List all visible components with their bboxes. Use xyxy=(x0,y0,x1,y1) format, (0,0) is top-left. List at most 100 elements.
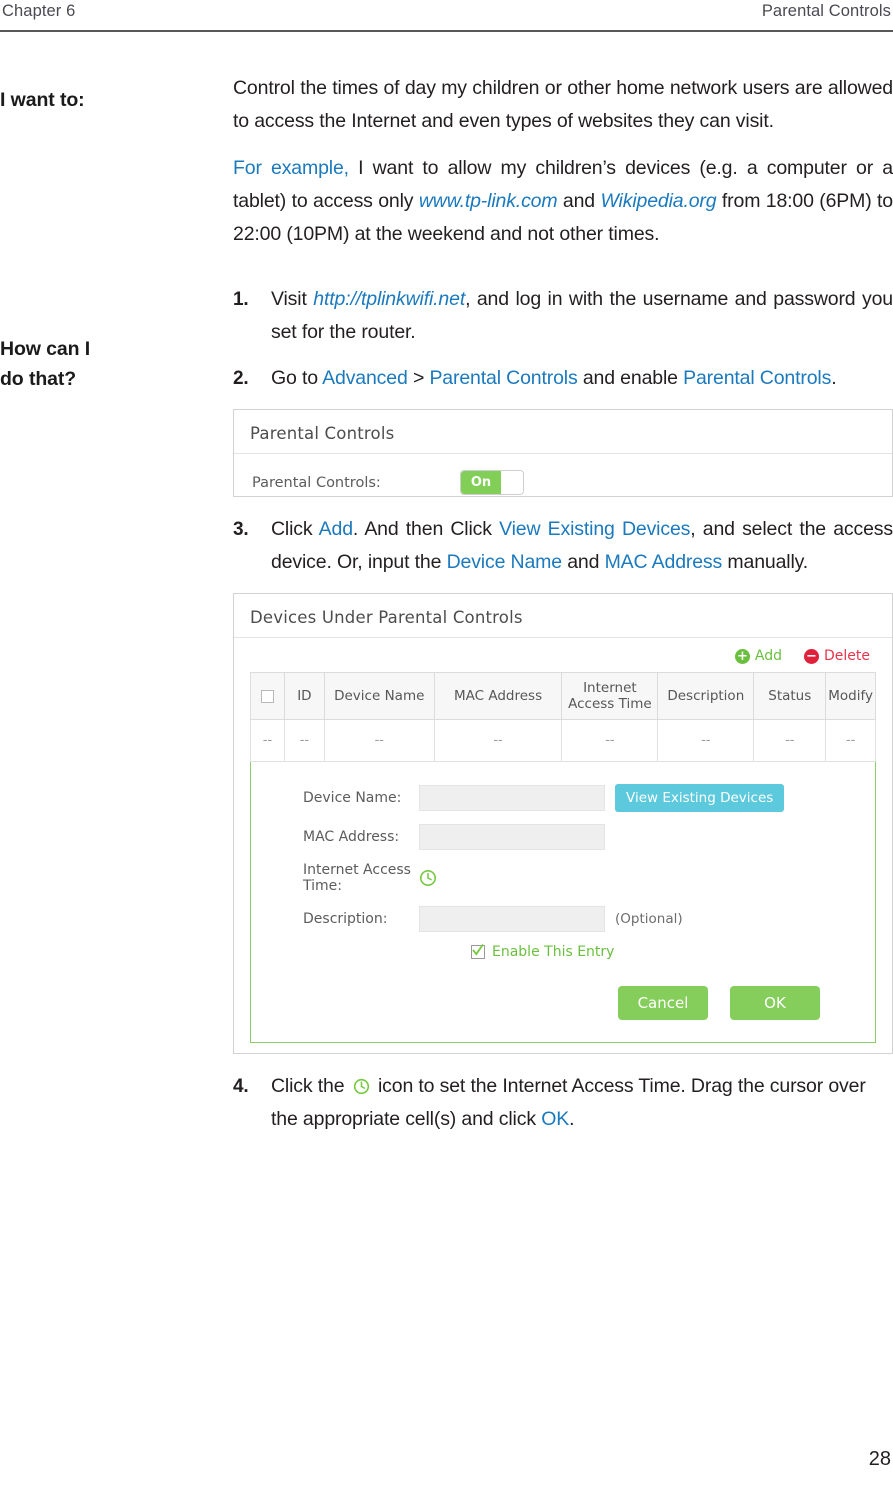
devices-table: ID Device Name MAC Address Internet Acce… xyxy=(250,672,876,762)
devices-under-parental-controls-screenshot: Devices Under Parental Controls + Add − … xyxy=(233,593,893,1054)
toggle-on-label: On xyxy=(461,471,501,494)
page-header: Chapter 6 Parental Controls xyxy=(0,0,893,30)
step3-mid-1: . And then Click xyxy=(352,518,500,540)
page-number: 28 xyxy=(868,1448,891,1470)
enable-this-entry-row[interactable]: Enable This Entry xyxy=(251,943,875,960)
add-button-label: Add xyxy=(754,648,782,664)
step4-pre: Click the xyxy=(271,1075,350,1097)
devices-panel-title: Devices Under Parental Controls xyxy=(234,594,892,638)
link-parental-controls-toggle[interactable]: Parental Controls xyxy=(683,367,831,389)
side-label-i-want-to: I want to: xyxy=(0,89,85,111)
parental-controls-toggle[interactable]: On xyxy=(460,470,524,495)
column-device-name: Device Name xyxy=(323,672,435,720)
form-row-device-name: Device Name: View Existing Devices xyxy=(251,784,875,812)
column-internet-access-time: Internet Access Time xyxy=(561,672,659,720)
form-row-mac-address: MAC Address: xyxy=(251,824,875,850)
enable-this-entry-label: Enable This Entry xyxy=(492,944,615,960)
step2-pre: Go to xyxy=(271,367,323,389)
steps-list: Visit http://tplinkwifi.net, and log in … xyxy=(233,283,893,1136)
link-advanced[interactable]: Advanced xyxy=(322,367,408,389)
cell-id: -- xyxy=(283,719,325,762)
step2-gt: > xyxy=(407,367,430,389)
side-label-how-line1: How can I xyxy=(0,338,91,360)
intro-paragraph: Control the times of day my children or … xyxy=(233,77,893,132)
cell-modify: -- xyxy=(825,719,876,762)
delete-button[interactable]: − Delete xyxy=(804,648,870,664)
cell-mac-address: -- xyxy=(433,719,563,762)
step3-pre: Click xyxy=(271,518,319,540)
header-divider xyxy=(0,30,893,32)
cell-internet-access-time: -- xyxy=(561,719,659,762)
select-all-checkbox[interactable] xyxy=(260,689,274,703)
step-4: Click the icon to set the Internet Acces… xyxy=(233,1070,893,1136)
cell-device-name: -- xyxy=(323,719,435,762)
parental-controls-screenshot: Parental Controls Parental Controls: On xyxy=(233,409,893,497)
side-label-how-can-i-do-that: How can I do that? xyxy=(0,334,222,394)
column-modify: Modify xyxy=(825,672,876,720)
column-status: Status xyxy=(753,672,827,720)
description-label: Description: xyxy=(303,911,388,927)
ok-button[interactable]: OK xyxy=(730,986,820,1020)
link-ok[interactable]: OK xyxy=(541,1108,569,1130)
step-1: Visit http://tplinkwifi.net, and log in … xyxy=(233,283,893,349)
step3-post: manually. xyxy=(722,551,809,573)
column-description: Description xyxy=(657,672,755,720)
example-paragraph: For example, I want to allow my children… xyxy=(233,152,893,251)
link-wikipedia-org[interactable]: Wikipedia.org xyxy=(600,190,716,212)
delete-button-label: Delete xyxy=(824,648,870,664)
link-device-name[interactable]: Device Name xyxy=(447,551,563,573)
devices-toolbar: + Add − Delete xyxy=(250,638,876,672)
clock-icon-inline xyxy=(353,1073,370,1095)
form-row-internet-access-time: Internet Access Time: xyxy=(251,862,875,894)
content-column: Control the times of day my children or … xyxy=(233,72,893,1149)
step-3: Click Add. And then Click View Existing … xyxy=(233,513,893,579)
description-optional-hint: (Optional) xyxy=(615,911,683,927)
side-label-how-line2: do that? xyxy=(0,368,77,390)
column-id: ID xyxy=(283,672,325,720)
link-mac-address[interactable]: MAC Address xyxy=(605,551,723,573)
device-name-input[interactable] xyxy=(419,785,605,811)
device-entry-form: Device Name: View Existing Devices MAC A… xyxy=(250,762,876,1043)
table-row: -- -- -- -- -- -- -- -- xyxy=(250,719,876,762)
internet-access-time-label: Internet Access Time: xyxy=(303,862,411,894)
mac-address-input[interactable] xyxy=(419,824,605,850)
toggle-knob xyxy=(501,471,523,494)
step2-mid: and enable xyxy=(577,367,684,389)
step3-mid-3: and xyxy=(561,551,605,573)
link-view-existing-devices[interactable]: View Existing Devices xyxy=(499,518,690,540)
page-body: I want to: How can I do that? Control th… xyxy=(0,72,893,1485)
pc-toggle-row: Parental Controls: On xyxy=(250,454,876,495)
device-name-label: Device Name: xyxy=(303,790,402,806)
devices-table-header-row: ID Device Name MAC Address Internet Acce… xyxy=(250,672,876,720)
mac-address-label: MAC Address: xyxy=(303,829,400,845)
cell-description: -- xyxy=(657,719,755,762)
step-2: Go to Advanced > Parental Controls and e… xyxy=(233,362,893,395)
link-tplink-com[interactable]: www.tp-link.com xyxy=(419,190,558,212)
description-input[interactable] xyxy=(419,906,605,932)
column-mac-address: MAC Address xyxy=(433,672,563,720)
pc-panel-title: Parental Controls xyxy=(234,410,892,454)
link-tplinkwifi-net[interactable]: http://tplinkwifi.net xyxy=(313,288,465,310)
view-existing-devices-button[interactable]: View Existing Devices xyxy=(615,784,785,812)
cell-select: -- xyxy=(250,719,285,762)
step1-pre: Visit xyxy=(271,288,314,310)
link-parental-controls-menu[interactable]: Parental Controls xyxy=(429,367,577,389)
minus-circle-icon: − xyxy=(804,648,819,664)
pc-toggle-label: Parental Controls: xyxy=(252,474,381,491)
cell-status: -- xyxy=(753,719,827,762)
enable-this-entry-checkbox[interactable] xyxy=(471,943,485,959)
column-select-all[interactable] xyxy=(250,672,285,720)
step4-post: . xyxy=(569,1108,575,1130)
form-button-row: Cancel OK xyxy=(251,960,875,1020)
link-add[interactable]: Add xyxy=(319,518,353,540)
example-mid: and xyxy=(557,190,601,212)
header-section: Parental Controls xyxy=(761,2,891,20)
example-lead: For example, xyxy=(233,157,349,179)
form-row-description: Description: (Optional) xyxy=(251,906,875,932)
header-chapter: Chapter 6 xyxy=(2,2,76,20)
add-button[interactable]: + Add xyxy=(734,648,782,664)
clock-icon[interactable] xyxy=(419,869,437,887)
plus-circle-icon: + xyxy=(734,648,750,664)
cancel-button[interactable]: Cancel xyxy=(618,986,708,1020)
step2-post: . xyxy=(831,367,837,389)
